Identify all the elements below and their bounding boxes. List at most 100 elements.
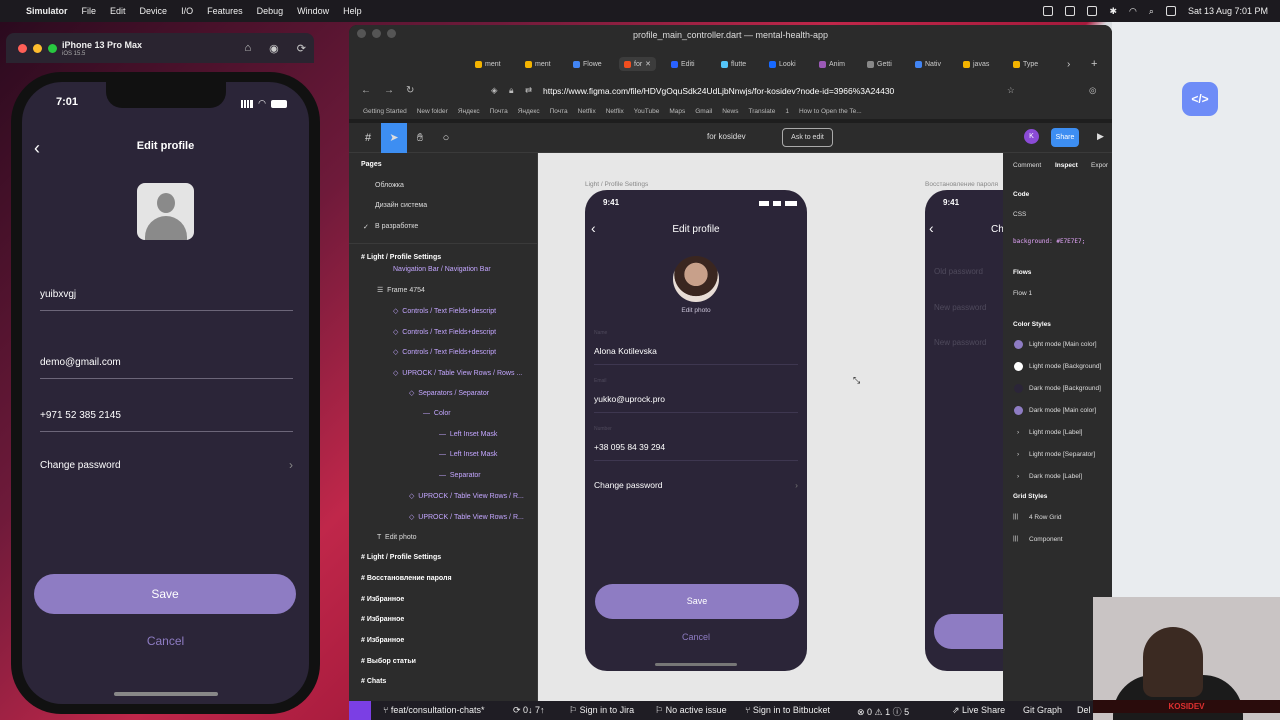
- bookmark[interactable]: Яндекс: [458, 108, 480, 115]
- user-avatar[interactable]: K: [1024, 129, 1039, 144]
- comment-tool-icon[interactable]: ○: [433, 123, 459, 153]
- cancel-button[interactable]: Cancel: [22, 634, 309, 648]
- figma-menu-icon[interactable]: #: [355, 123, 381, 153]
- figma-canvas[interactable]: Light / Profile Settings Восстановление …: [538, 153, 1003, 708]
- tab[interactable]: Type: [1013, 57, 1038, 71]
- code-snippet[interactable]: background: #E7E7E7;: [1013, 238, 1085, 245]
- wifi-icon[interactable]: ◠: [1129, 6, 1137, 17]
- tab[interactable]: javas: [963, 57, 989, 71]
- expand-chevron-icon[interactable]: ›: [1017, 429, 1019, 436]
- control-center-icon[interactable]: [1165, 6, 1176, 16]
- color-style-item[interactable]: Light mode [Background]: [1029, 363, 1101, 370]
- present-icon[interactable]: ▶: [1097, 131, 1104, 142]
- expand-chevron-icon[interactable]: ›: [1017, 473, 1019, 480]
- page-item-active[interactable]: В разработке: [375, 223, 418, 230]
- tab-scroll-right-icon[interactable]: ›: [1067, 57, 1070, 71]
- layer-item[interactable]: — Left Inset Mask: [439, 431, 497, 438]
- minimize-button[interactable]: [372, 29, 381, 38]
- color-style-item[interactable]: Dark mode [Background]: [1029, 385, 1101, 392]
- forward-icon[interactable]: →: [384, 85, 394, 96]
- clock-datetime[interactable]: Sat 13 Aug 7:01 PM: [1188, 6, 1268, 16]
- tab-export[interactable]: Expor: [1091, 162, 1108, 169]
- page-item[interactable]: Обложка: [375, 182, 404, 189]
- bookmark[interactable]: Netflix: [606, 108, 624, 115]
- extensions-icon[interactable]: ◎: [1089, 85, 1096, 96]
- profile-settings-frame[interactable]: 9:41 ‹ Edit profile Edit photo Name Alon…: [585, 190, 807, 671]
- layer-instance[interactable]: ◇ UPROCK / Table View Rows / R...: [409, 492, 524, 500]
- bookmark[interactable]: 1: [785, 108, 789, 115]
- avatar[interactable]: [137, 183, 194, 240]
- color-style-item[interactable]: Light mode [Label]: [1029, 429, 1082, 436]
- flow-item[interactable]: Flow 1: [1013, 290, 1032, 297]
- color-style-item[interactable]: Dark mode [Label]: [1029, 473, 1082, 480]
- close-button[interactable]: [357, 29, 366, 38]
- layer-instance[interactable]: ◇ Controls / Text Fields+descript: [393, 328, 496, 336]
- tab[interactable]: Flowe: [573, 57, 602, 71]
- layer-frame[interactable]: # Выбор статьи: [361, 658, 416, 665]
- status-app-icon[interactable]: [1043, 6, 1054, 16]
- close-tab-icon[interactable]: ✕: [645, 60, 651, 68]
- page-item[interactable]: Дизайн система: [375, 202, 427, 209]
- git-graph[interactable]: Git Graph: [1023, 705, 1062, 715]
- frame-label[interactable]: Light / Profile Settings: [585, 181, 648, 188]
- move-tool-icon[interactable]: ➤: [381, 123, 407, 153]
- layer-group[interactable]: — Color: [423, 410, 451, 417]
- bookmark[interactable]: YouTube: [634, 108, 660, 115]
- status-item[interactable]: Del: [1077, 705, 1091, 715]
- new-tab-icon[interactable]: +: [1091, 57, 1097, 71]
- input-source-icon[interactable]: [1087, 6, 1098, 16]
- layer-instance[interactable]: ◇ UPROCK / Table View Rows / Rows ...: [393, 369, 522, 377]
- menu-features[interactable]: Features: [207, 6, 243, 16]
- back-icon[interactable]: ←: [361, 85, 371, 96]
- color-style-item[interactable]: Light mode [Separator]: [1029, 451, 1095, 458]
- tab[interactable]: flutte: [721, 57, 746, 71]
- permissions-icon[interactable]: ⇄: [525, 85, 532, 96]
- bookmark[interactable]: News: [722, 108, 738, 115]
- layer-frame[interactable]: # Light / Profile Settings: [361, 554, 441, 561]
- layer-frame[interactable]: # Избранное: [361, 596, 404, 603]
- bookmark[interactable]: New folder: [417, 108, 448, 115]
- tab-inspect[interactable]: Inspect: [1055, 162, 1078, 169]
- tab[interactable]: Anim: [819, 57, 845, 71]
- zoom-button[interactable]: [48, 44, 57, 53]
- layer-item[interactable]: — Left Inset Mask: [439, 451, 497, 458]
- bitbucket-signin[interactable]: ⑂ Sign in to Bitbucket: [745, 705, 830, 715]
- bookmark[interactable]: Netflix: [578, 108, 596, 115]
- problems-indicator[interactable]: ⊗ 0 ⚠ 1 ⓘ 5: [857, 705, 909, 718]
- save-button[interactable]: Save: [34, 574, 296, 614]
- bookmark-star-icon[interactable]: ☆: [1007, 85, 1015, 96]
- layer-frame[interactable]: ☰ Frame 4754: [377, 286, 425, 294]
- tab[interactable]: Getti: [867, 57, 892, 71]
- bluetooth-icon[interactable]: ✱: [1109, 6, 1117, 17]
- url-input[interactable]: https://www.figma.com/file/HDVgOquSdk24U…: [543, 86, 894, 96]
- ask-to-edit-button[interactable]: Ask to edit: [782, 128, 833, 147]
- file-name[interactable]: for kosidev: [707, 132, 746, 141]
- hand-tool-icon[interactable]: ✋︎: [407, 123, 433, 153]
- tab[interactable]: Nativ: [915, 57, 941, 71]
- layer-instance[interactable]: ◇ Controls / Text Fields+descript: [393, 348, 496, 356]
- live-share[interactable]: ⇗ Live Share: [952, 705, 1005, 716]
- layer-frame[interactable]: # Восстановление пароля: [361, 575, 452, 582]
- layer-instance[interactable]: ◇ UPROCK / Table View Rows / R...: [409, 513, 524, 521]
- remote-indicator[interactable]: [349, 701, 371, 720]
- color-style-item[interactable]: Dark mode [Main color]: [1029, 407, 1096, 414]
- rotate-icon[interactable]: ⟳: [297, 42, 306, 55]
- tab-comment[interactable]: Comment: [1013, 162, 1041, 169]
- play-icon[interactable]: [1065, 6, 1076, 16]
- menu-file[interactable]: File: [82, 6, 97, 16]
- bookmark[interactable]: How to Open the Te...: [799, 108, 862, 115]
- email-field[interactable]: demo@gmail.com: [40, 357, 293, 379]
- close-button[interactable]: [18, 44, 27, 53]
- bookmark[interactable]: Getting Started: [363, 108, 407, 115]
- reload-icon[interactable]: ↻: [406, 85, 414, 96]
- phone-field[interactable]: +971 52 385 2145: [40, 410, 293, 432]
- pages-heading[interactable]: Pages: [361, 161, 382, 168]
- layer-text[interactable]: T Edit photo: [377, 534, 417, 541]
- password-recovery-frame[interactable]: 9:41 ‹ Ch Old password New password New …: [925, 190, 1003, 671]
- share-button[interactable]: Share: [1051, 128, 1079, 147]
- code-language-select[interactable]: CSS: [1013, 211, 1026, 218]
- menu-debug[interactable]: Debug: [257, 6, 284, 16]
- menu-device[interactable]: Device: [140, 6, 168, 16]
- zoom-button[interactable]: [387, 29, 396, 38]
- bookmark[interactable]: Почта: [550, 108, 568, 115]
